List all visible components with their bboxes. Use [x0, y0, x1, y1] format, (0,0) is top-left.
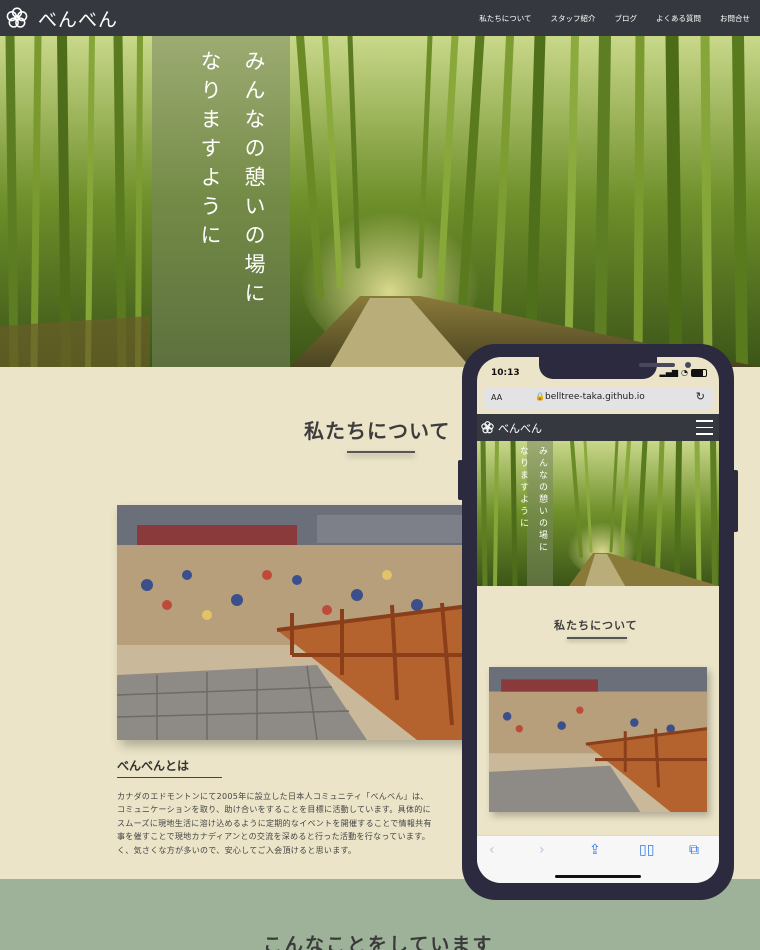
hero-line-2: なりますように [198, 50, 222, 253]
benben-subtitle: べんべんとは [117, 759, 190, 773]
forward-arrow-icon[interactable]: › [539, 842, 545, 858]
activities-section-title: こんなことをしています [263, 934, 494, 950]
site-logo[interactable]: べんべん [6, 5, 118, 32]
flower-logo-icon[interactable] [481, 421, 494, 434]
flower-logo-icon [6, 7, 28, 28]
status-time: 10:13 [491, 368, 520, 378]
phone-screen: 10:13 ▂▄▆ ◔ AA 🔒 belltree-taka.github.io… [477, 357, 719, 883]
nav-item-faq[interactable]: よくある質問 [656, 13, 701, 24]
hero-line-1: みんなの憩いの場に [242, 50, 266, 311]
hamburger-menu-icon[interactable] [696, 420, 713, 435]
battery-icon [691, 368, 707, 377]
hero-catchphrase: みんなの憩いの場に なりますように [188, 50, 276, 360]
status-icons: ▂▄▆ ◔ [660, 368, 707, 377]
phone-notch [539, 357, 691, 379]
main-nav: 私たちについて スタッフ紹介 ブログ よくある質問 お問合せ [460, 0, 750, 36]
nav-item-about[interactable]: 私たちについて [479, 13, 531, 24]
lock-icon: 🔒 [535, 392, 545, 401]
reload-icon[interactable]: ↻ [696, 390, 705, 403]
mobile-site-header: べんべん [477, 414, 719, 441]
site-name: べんべん [38, 8, 119, 31]
about-section-title: 私たちについて [304, 419, 451, 443]
bookmarks-icon[interactable]: ▯▯ [639, 842, 654, 858]
reader-aa-button[interactable]: AA [491, 393, 502, 402]
bamboo-forest-image [0, 36, 760, 367]
home-indicator [555, 875, 641, 878]
share-icon[interactable]: ⇪ [589, 842, 601, 858]
mobile-hero-catchphrase: みんなの憩いの場に なりますように [513, 446, 551, 554]
benben-description: カナダのエドモントンにて2005年に設立した日本人コミュニティ「べんべん」は、 … [117, 792, 432, 855]
url-text[interactable]: belltree-taka.github.io [545, 392, 645, 402]
mobile-hero: みんなの憩いの場に なりますように [477, 441, 719, 586]
mobile-hero-line-1: みんなの憩いの場に [537, 446, 547, 554]
wifi-icon: ◔ [681, 368, 688, 377]
signal-icon: ▂▄▆ [659, 368, 679, 377]
phone-side-button [458, 460, 463, 500]
hero-section: みんなの憩いの場に なりますように [0, 36, 760, 367]
phone-speaker [639, 363, 675, 367]
mobile-site-name[interactable]: べんべん [498, 420, 542, 436]
nav-item-contact[interactable]: お問合せ [720, 13, 750, 24]
mobile-about-title: 私たちについて [554, 619, 638, 632]
browser-url-bar[interactable]: AA 🔒 belltree-taka.github.io ↻ [483, 387, 713, 409]
miniature-town-photo [117, 505, 477, 740]
nav-item-staff[interactable]: スタッフ紹介 [551, 13, 596, 24]
about-title-underline [347, 451, 415, 453]
nav-item-blog[interactable]: ブログ [615, 13, 638, 24]
mobile-hero-line-2: なりますように [518, 446, 528, 530]
mobile-about-underline [567, 637, 627, 639]
benben-subtitle-underline [117, 777, 222, 778]
site-header: べんべん 私たちについて スタッフ紹介 ブログ よくある質問 お問合せ [0, 0, 760, 36]
back-arrow-icon[interactable]: ‹ [489, 842, 495, 858]
tabs-icon[interactable]: ⧉ [689, 842, 699, 858]
phone-power-button [733, 470, 738, 532]
mobile-miniature-photo [489, 667, 707, 812]
